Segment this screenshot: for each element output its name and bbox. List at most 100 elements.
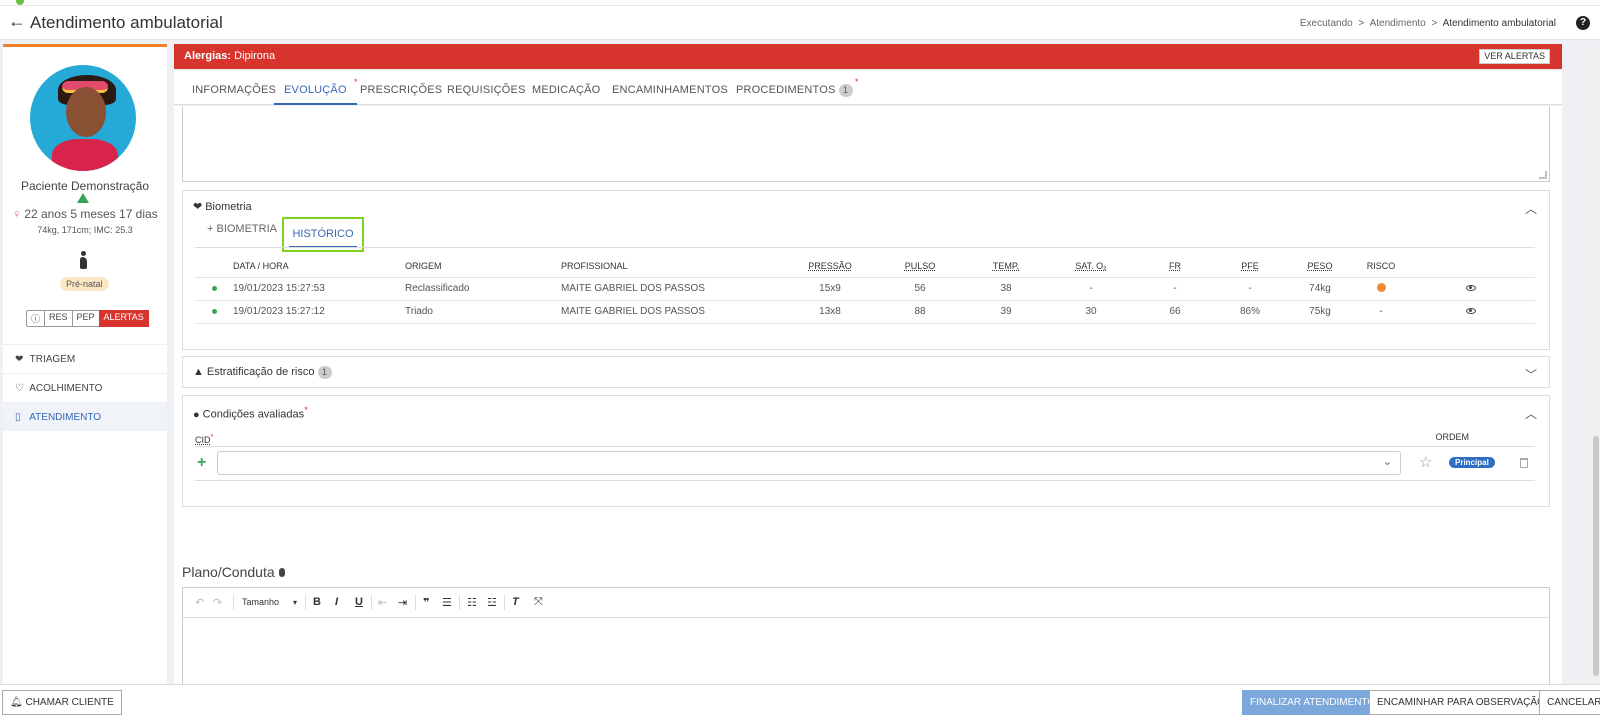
cid-select[interactable]: ⌄ [217,451,1401,475]
avatar [30,65,136,171]
res-button[interactable]: RES [44,310,73,327]
tabs: INFORMAÇÕES EVOLUÇÃO * PRESCRIÇÕES REQUIS… [174,71,1562,105]
status-dot [211,309,217,314]
breadcrumb-current: Atendimento ambulatorial [1442,18,1556,29]
add-biometria-tab[interactable]: + BIOMETRIA [207,223,277,235]
microphone-icon[interactable] [278,568,285,577]
breadcrumb-item[interactable]: Atendimento [1370,18,1426,29]
italic-icon[interactable]: I [335,596,338,608]
cancelar-button[interactable]: CANCELAR [1539,690,1600,715]
patient-age: ♀ 22 anos 5 meses 17 dias [12,207,158,221]
female-icon: ♀ [12,207,22,221]
quote-icon[interactable]: ❞ [423,596,429,609]
table-row[interactable]: 19/01/2023 15:27:12 Triado MAITE GABRIEL… [195,299,1535,324]
bullet-list-icon[interactable]: ☷ [467,596,477,609]
chevron-up-icon[interactable]: ︿ [1525,405,1537,422]
condicoes-title[interactable]: ● Condições avaliadas* [193,405,308,421]
eye-icon[interactable] [1466,285,1476,291]
pregnant-icon [77,251,91,269]
undo-icon[interactable]: ↶ [195,596,204,609]
biometria-title[interactable]: ❤ Biometria [193,200,252,213]
help-icon[interactable]: ? [1576,16,1590,30]
underline-icon[interactable]: U [355,596,363,608]
tab-evolucao[interactable]: EVOLUÇÃO * [274,71,358,105]
risk-indicator [1376,282,1386,292]
patient-metrics: 74kg, 171cm; IMC: 25.3 [37,225,133,235]
chevron-down-icon[interactable]: ▾ [293,598,297,607]
info-icon[interactable]: ⓘ [26,310,46,327]
tab-encaminhamentos[interactable]: ENCAMINHAMENTOS [612,71,728,105]
page-scrollbar[interactable] [1592,44,1600,684]
tab-informacoes[interactable]: INFORMAÇÕES [192,71,276,105]
patient-sidebar: Paciente Demonstração ♀ 22 anos 5 meses 1… [3,44,167,684]
indent-icon[interactable]: ⇥ [398,596,407,609]
outdent-icon[interactable]: ⇤ [378,596,387,609]
plano-editor: ↶ ↷ Tamanho ▾ B I U ⇤ ⇥ ❞ ☰ ☷ ☳ T ⤧ [182,587,1550,684]
heart-pulse-icon: ❤ [193,201,203,213]
numbered-list-icon[interactable]: ☳ [487,596,497,609]
fullscreen-icon[interactable]: ⤧ [534,596,543,609]
estratificacao-title: ▲ Estratificação de risco 1 [193,366,332,379]
chevron-down-icon: ⌄ [1382,456,1392,468]
condicoes-panel: ● Condições avaliadas* ︿ CID* ORDEM + ⌄ ☆… [182,395,1550,507]
nav-item-triagem[interactable]: ❤ TRIAGEM [3,344,167,373]
nav-item-acolhimento[interactable]: ♡ ACOLHIMENTO [3,373,167,402]
font-size-select[interactable]: Tamanho [242,597,279,607]
bell-icon: 🔔︎ [10,697,23,708]
chevron-up-icon[interactable]: ︿ [1525,200,1537,217]
finalizar-atendimento-button[interactable]: FINALIZAR ATENDIMENTO [1242,690,1384,715]
evolucao-textarea[interactable] [182,106,1550,182]
ordem-label: ORDEM [1435,432,1470,442]
table-row[interactable]: 19/01/2023 15:27:53 Reclassificado MAITE… [195,276,1535,300]
clear-format-icon[interactable]: T [512,596,519,608]
allergy-bar: Alergias: Dipirona VER ALERTAS [174,44,1562,69]
add-cid-icon[interactable]: + [197,454,206,472]
horizontal-rule-icon[interactable]: ☰ [442,596,452,609]
procedimentos-count: 1 [838,84,853,97]
principal-badge[interactable]: Principal [1449,457,1495,468]
encaminhar-observacao-button[interactable]: ENCAMINHAR PARA OBSERVAÇÃO [1369,690,1553,715]
patient-name: Paciente Demonstração [20,179,150,193]
tab-requisicoes[interactable]: REQUISIÇÕES [447,71,526,105]
estratificacao-count: 1 [317,366,332,379]
status-dot [211,286,217,291]
allergy-value: Dipirona [234,50,276,62]
scroll-area: ❤ Biometria ︿ + BIOMETRIA HISTÓRICO DATA … [174,106,1562,684]
status-dot [16,0,24,5]
tab-medicacao[interactable]: MEDICAÇÃO [532,71,600,105]
heart-pulse-icon: ❤ [15,354,24,365]
chamar-cliente-button[interactable]: 🔔︎ CHAMAR CLIENTE [2,690,122,715]
bold-icon[interactable]: B [313,596,321,608]
clipboard-icon: ▯ [15,412,21,423]
tab-prescricoes[interactable]: PRESCRIÇÕES [360,71,442,105]
chevron-down-icon[interactable]: ﹀ [1525,366,1537,383]
prenatal-tag: Pré-natal [60,277,109,291]
plano-title: Plano/Conduta [182,564,285,580]
alertas-button[interactable]: ALERTAS [98,310,149,327]
nav-item-atendimento[interactable]: ▯ ATENDIMENTO [3,402,167,431]
patient-actions: ⓘ RES PEP ALERTAS [26,310,149,327]
eye-icon[interactable] [1466,308,1476,314]
nav-list: ❤ TRIAGEM ♡ ACOLHIMENTO ▯ ATENDIMENTO [3,344,167,431]
breadcrumb: Executando > Atendimento > Atendimento a… [1299,18,1556,29]
biometria-table: DATA / HORA ORIGEM PROFISSIONAL PRESSÃO … [195,255,1535,324]
biometria-panel: ❤ Biometria ︿ + BIOMETRIA HISTÓRICO DATA … [182,190,1550,350]
check-circle-icon: ● [193,408,200,421]
main-content: Alergias: Dipirona VER ALERTAS INFORMAÇÕ… [174,44,1562,684]
header: ← Atendimento ambulatorial Executando > … [0,6,1600,40]
warning-icon: ▲ [193,366,204,378]
ver-alertas-button[interactable]: VER ALERTAS [1479,49,1550,64]
star-icon[interactable]: ☆ [1419,453,1432,471]
table-header: DATA / HORA ORIGEM PROFISSIONAL PRESSÃO … [233,260,1396,271]
footer: 🔔︎ CHAMAR CLIENTE FINALIZAR ATENDIMENTO … [0,684,1600,727]
tab-procedimentos[interactable]: PROCEDIMENTOS 1 * [736,71,858,105]
estratificacao-panel[interactable]: ▲ Estratificação de risco 1 ﹀ [182,356,1550,388]
heart-outline-icon: ♡ [15,383,24,394]
back-arrow-icon[interactable]: ← [8,11,26,31]
pep-button[interactable]: PEP [71,310,100,327]
redo-icon[interactable]: ↷ [213,596,222,609]
breadcrumb-item[interactable]: Executando [1300,18,1353,29]
trash-icon[interactable] [1520,458,1528,468]
resize-grip-icon[interactable] [1539,171,1547,179]
editor-toolbar: ↶ ↷ Tamanho ▾ B I U ⇤ ⇥ ❞ ☰ ☷ ☳ T ⤧ [183,588,1549,618]
